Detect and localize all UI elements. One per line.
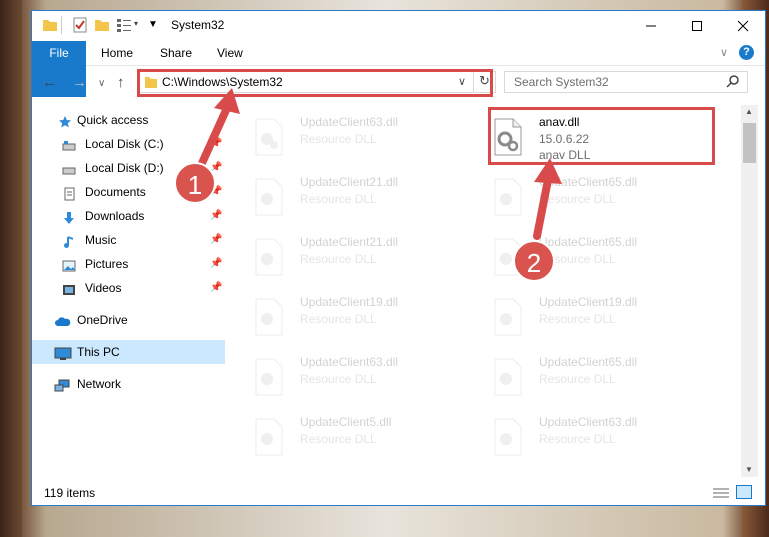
- arrow-2-head: [534, 158, 562, 184]
- arrow-2: [533, 176, 552, 240]
- annotation-arrows: [194, 88, 562, 240]
- step-2-badge: 2: [513, 240, 555, 282]
- step-1-badge: 1: [174, 162, 216, 204]
- arrow-1-head: [214, 88, 240, 114]
